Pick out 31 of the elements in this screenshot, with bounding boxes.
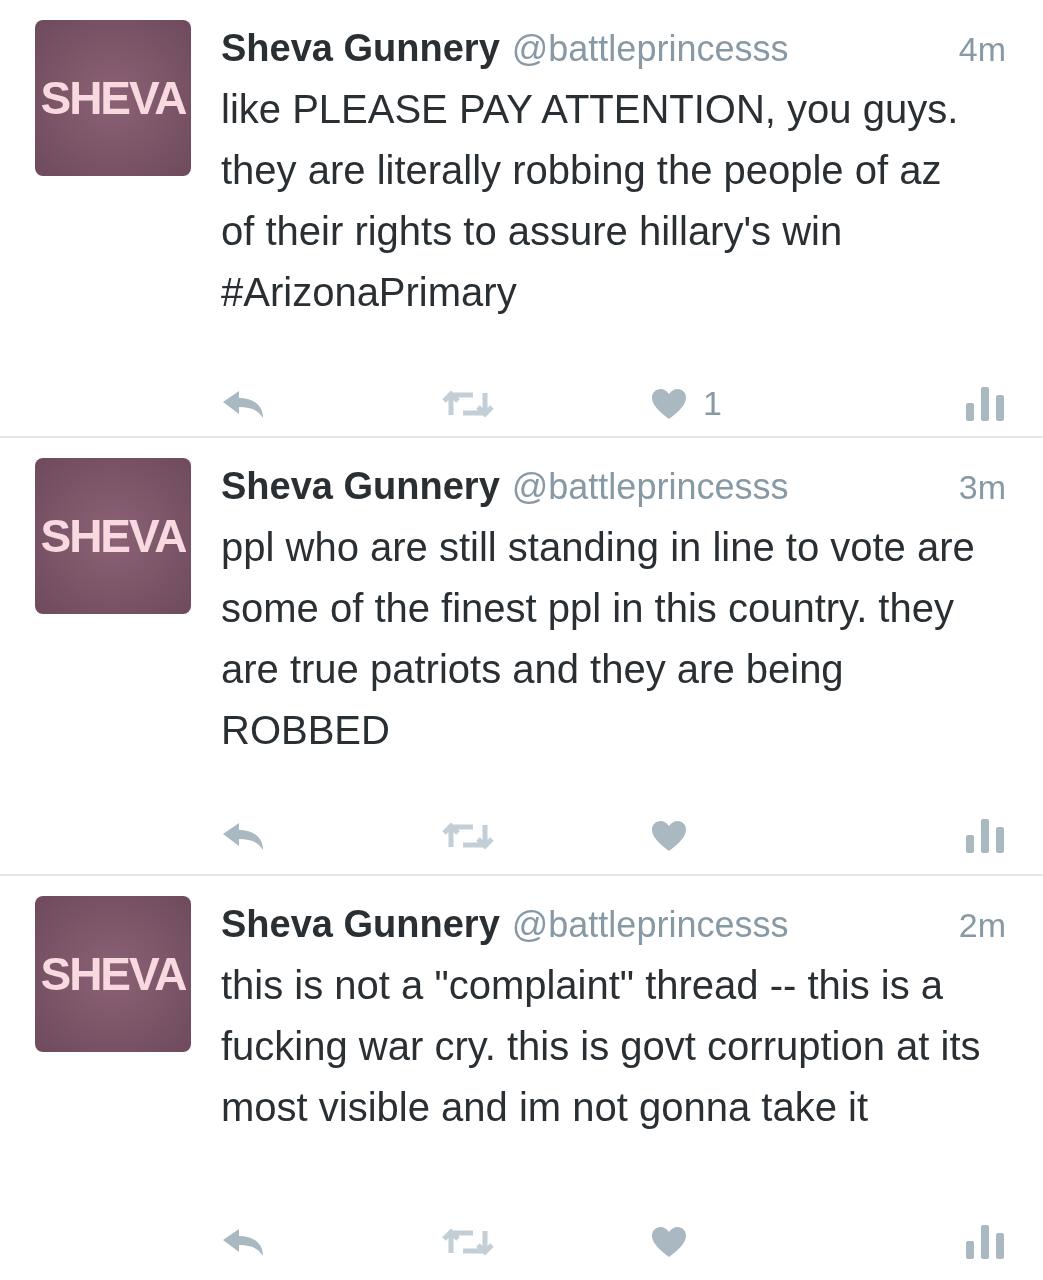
analytics-icon[interactable] (966, 1225, 1006, 1259)
user-name[interactable]: Sheva Gunnery (221, 20, 500, 77)
user-handle[interactable]: @battleprincesss (511, 22, 789, 76)
user-handle[interactable]: @battleprincesss (511, 460, 789, 514)
heart-icon[interactable] (651, 387, 687, 420)
user-name[interactable]: Sheva Gunnery (221, 896, 500, 953)
avatar[interactable]: SHEVA (35, 458, 191, 614)
reply-icon[interactable] (221, 1227, 265, 1257)
tweet-text: ppl who are still standing in line to vote are some of the finest ppl in this country. they are true patriots and they are being ROBBED (221, 524, 976, 754)
timestamp: 4m (958, 29, 1006, 70)
retweet-icon[interactable] (441, 821, 495, 851)
retweet-icon[interactable] (441, 1227, 495, 1257)
avatar[interactable]: SHEVA (35, 896, 191, 1052)
avatar[interactable]: SHEVA (35, 20, 191, 176)
retweet-icon[interactable] (441, 388, 495, 419)
analytics-icon[interactable] (966, 386, 1006, 421)
timestamp: 3m (958, 467, 1006, 508)
reply-icon[interactable] (221, 388, 265, 419)
reply-icon[interactable] (221, 821, 265, 851)
like-count: 1 (703, 383, 722, 424)
user-handle[interactable]: @battleprincesss (511, 898, 789, 952)
avatar-text: SHEVA (40, 946, 186, 1002)
tweet-text: like PLEASE PAY ATTENTION, you guys. they are literally robbing the people of az of their rights to assure hillary's win #ArizonaPrimary (221, 86, 960, 316)
heart-icon[interactable] (651, 1226, 687, 1258)
avatar-text: SHEVA (40, 70, 186, 126)
user-name[interactable]: Sheva Gunnery (221, 458, 500, 515)
avatar-text: SHEVA (40, 508, 186, 564)
timestamp: 2m (958, 905, 1006, 946)
heart-icon[interactable] (651, 820, 687, 852)
analytics-icon[interactable] (966, 819, 1006, 853)
tweet-text: this is not a "complaint" thread -- this is a fucking war cry. this is govt corruption at its most visible and im not gonna take it (221, 962, 981, 1131)
